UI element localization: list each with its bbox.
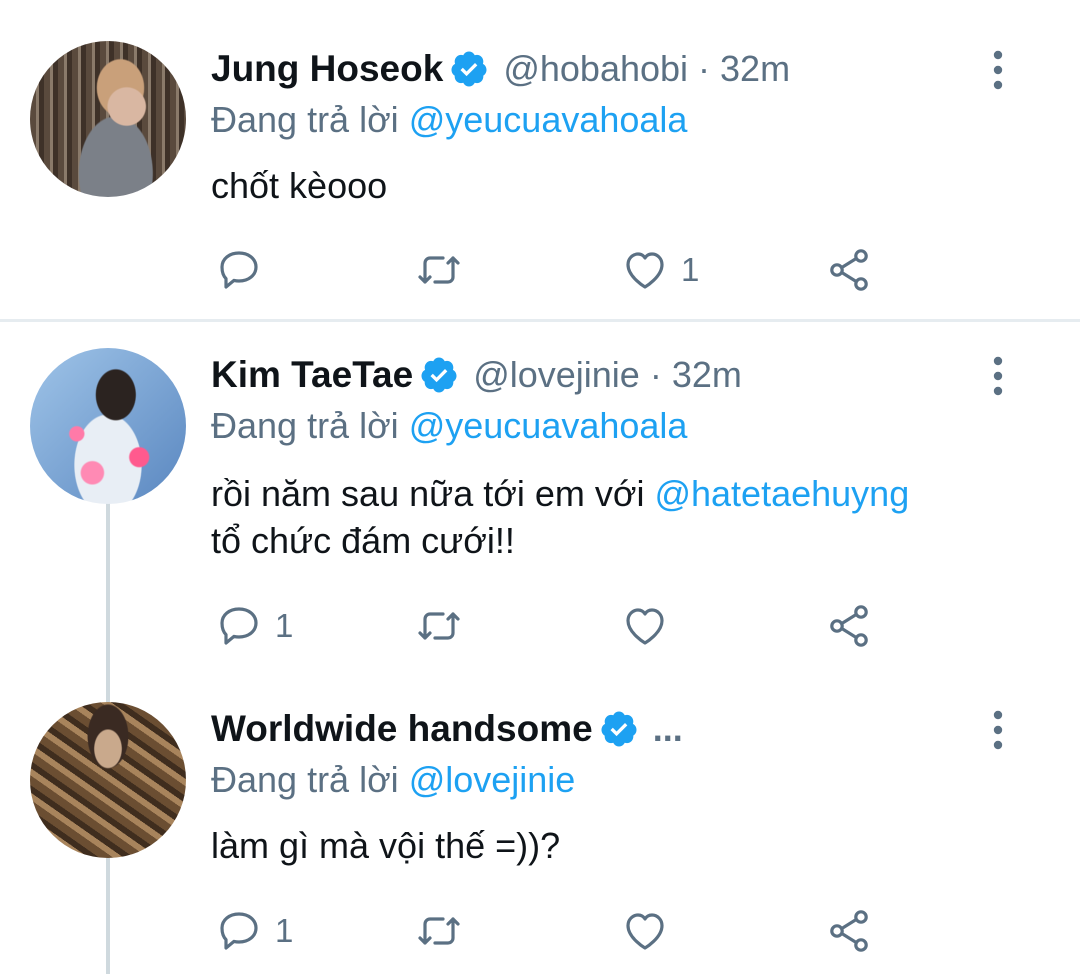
tweet-text: rồi năm sau nữa tới em với @hatetaehuyng bbox=[211, 470, 909, 518]
author-handle[interactable]: @lovejinie bbox=[473, 354, 640, 396]
reply-count: 1 bbox=[275, 607, 294, 644]
author-name[interactable]: Worldwide handsome bbox=[211, 708, 593, 750]
share-button[interactable] bbox=[825, 907, 873, 955]
more-vertical-icon[interactable] bbox=[985, 50, 1011, 90]
reply-icon bbox=[215, 246, 263, 294]
heart-icon bbox=[621, 907, 669, 955]
verified-badge-icon bbox=[419, 355, 459, 395]
retweet-button[interactable] bbox=[415, 907, 475, 955]
replying-to-mention[interactable]: @yeucuavahoala bbox=[409, 405, 688, 446]
tweet-actions: 1 bbox=[211, 602, 911, 652]
truncated-ellipsis: ... bbox=[652, 708, 683, 749]
reply-button[interactable]: 1 bbox=[215, 907, 293, 955]
avatar[interactable] bbox=[30, 702, 186, 858]
share-icon bbox=[825, 602, 873, 650]
separator-dot: · bbox=[698, 48, 711, 89]
share-button[interactable] bbox=[825, 602, 873, 650]
author-name[interactable]: Kim TaeTae bbox=[211, 354, 413, 396]
like-button[interactable] bbox=[621, 602, 681, 650]
like-button[interactable] bbox=[621, 907, 681, 955]
more-vertical-icon[interactable] bbox=[985, 710, 1011, 750]
retweet-button[interactable] bbox=[415, 602, 475, 650]
replying-to-line: Đang trả lời @yeucuavahoala bbox=[211, 405, 687, 447]
reply-button[interactable] bbox=[215, 246, 275, 294]
replying-prefix: Đang trả lời bbox=[211, 759, 399, 800]
tweet-time[interactable]: 32m bbox=[720, 48, 790, 90]
tweet-text: chốt kèooo bbox=[211, 162, 387, 210]
tweet-time[interactable]: 32m bbox=[672, 354, 742, 396]
tweet-text-line: làm gì mà vội thế =))? bbox=[211, 825, 561, 866]
tweet-divider bbox=[0, 319, 1080, 322]
tweet-actions: 1 bbox=[211, 246, 911, 296]
reply-icon bbox=[215, 907, 263, 955]
text-mention[interactable]: @hatetaehuyng bbox=[654, 473, 909, 514]
tweet-text-line: rồi năm sau nữa tới em với bbox=[211, 473, 655, 514]
retweet-icon bbox=[415, 246, 463, 294]
avatar[interactable] bbox=[30, 41, 186, 197]
verified-badge-icon bbox=[599, 709, 639, 749]
reply-count: 1 bbox=[275, 912, 294, 949]
verified-badge-icon bbox=[449, 49, 489, 89]
like-button[interactable]: 1 bbox=[621, 246, 699, 294]
reply-icon bbox=[215, 602, 263, 650]
tweet-actions: 1 bbox=[211, 907, 911, 957]
share-icon bbox=[825, 246, 873, 294]
replying-prefix: Đang trả lời bbox=[211, 405, 399, 446]
share-button[interactable] bbox=[825, 246, 873, 294]
replying-to-line: Đang trả lời @lovejinie bbox=[211, 759, 575, 801]
retweet-button[interactable] bbox=[415, 246, 475, 294]
heart-icon bbox=[621, 246, 669, 294]
author-name[interactable]: Jung Hoseok bbox=[211, 48, 443, 90]
like-count: 1 bbox=[681, 251, 700, 288]
tweet-text-line: chốt kèooo bbox=[211, 165, 388, 206]
author-handle[interactable]: @hobahobi bbox=[503, 48, 688, 90]
retweet-icon bbox=[415, 602, 463, 650]
tweet-text: làm gì mà vội thế =))? bbox=[211, 822, 560, 870]
replying-to-line: Đang trả lời @yeucuavahoala bbox=[211, 99, 687, 141]
heart-icon bbox=[621, 602, 669, 650]
replying-prefix: Đang trả lời bbox=[211, 99, 399, 140]
reply-button[interactable]: 1 bbox=[215, 602, 293, 650]
more-vertical-icon[interactable] bbox=[985, 356, 1011, 396]
avatar[interactable] bbox=[30, 348, 186, 504]
separator-dot: · bbox=[649, 354, 662, 395]
replying-to-mention[interactable]: @lovejinie bbox=[409, 759, 576, 800]
tweet-text-line-2: tổ chức đám cưới!! bbox=[211, 520, 515, 561]
replying-to-mention[interactable]: @yeucuavahoala bbox=[409, 99, 688, 140]
share-icon bbox=[825, 907, 873, 955]
retweet-icon bbox=[415, 907, 463, 955]
